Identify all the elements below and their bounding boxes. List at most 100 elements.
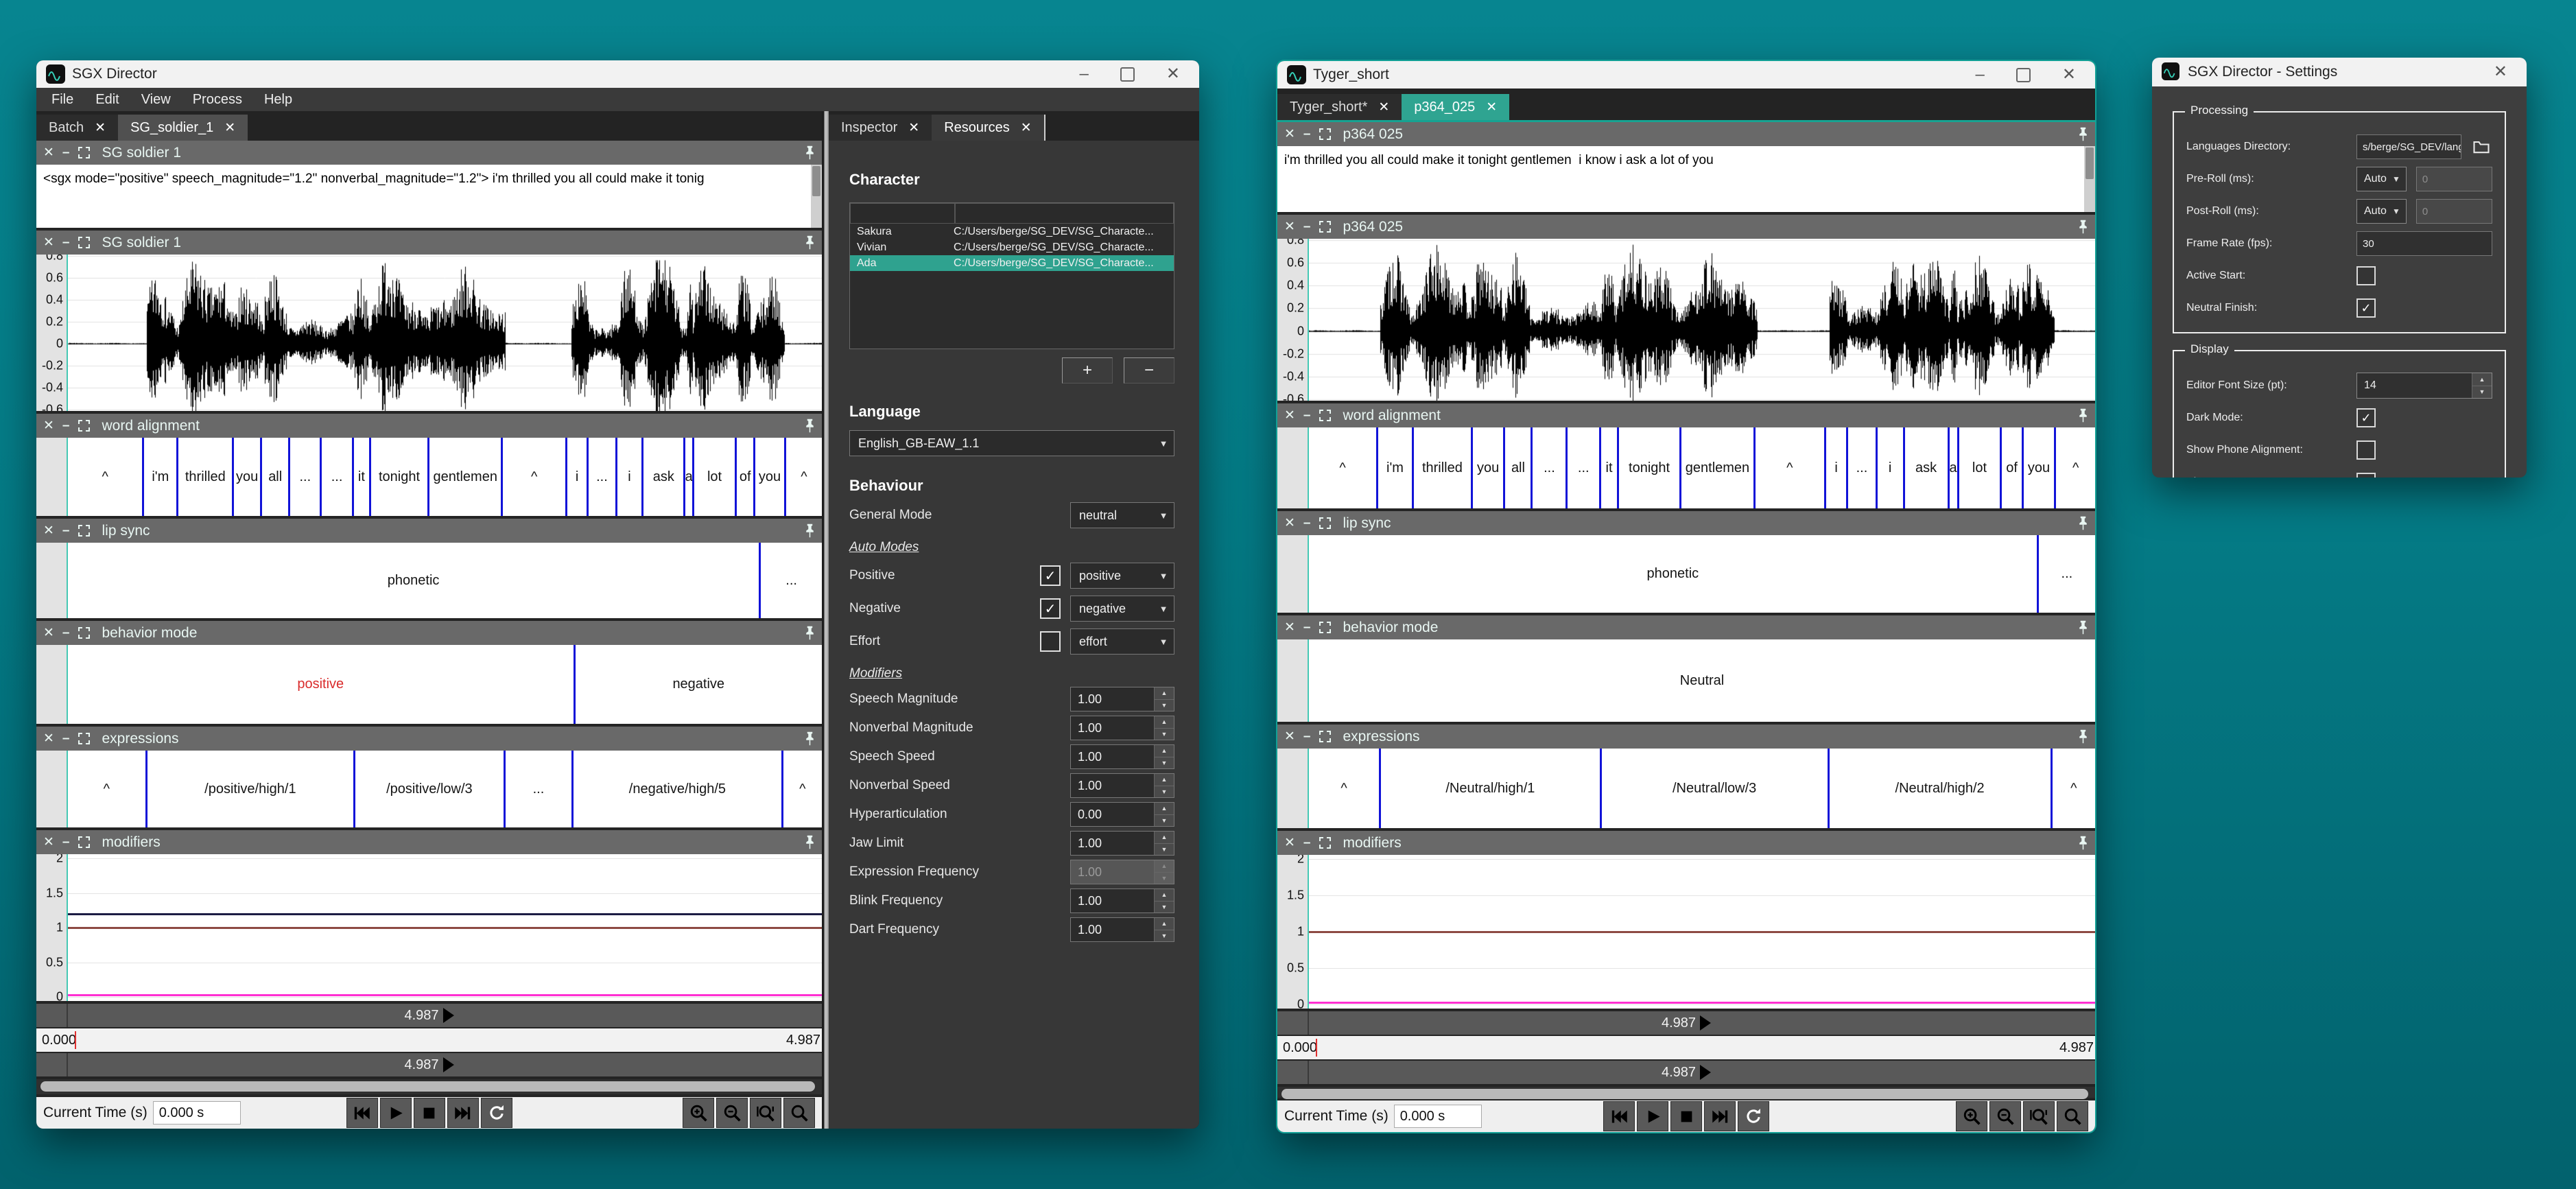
spin-up-icon[interactable]: ▲ — [1155, 716, 1174, 729]
nonverbal-segment[interactable]: ... — [587, 438, 615, 516]
text-scrollbar[interactable] — [2084, 146, 2095, 212]
nonverbal-segment[interactable]: ... — [1531, 427, 1565, 508]
segment-segment[interactable]: a — [1948, 427, 1957, 508]
spin-up-icon[interactable]: ▲ — [1155, 889, 1174, 902]
range-slider[interactable]: 4.987 — [36, 1004, 822, 1027]
auto-mode-checkbox-effort[interactable] — [1040, 631, 1061, 652]
current-time-input[interactable]: 0.000 s — [153, 1101, 241, 1125]
modifier-spinbox-blink-frequency[interactable]: 1.00▲▼ — [1070, 888, 1174, 913]
menu-item-file[interactable]: File — [42, 92, 83, 108]
menu-item-help[interactable]: Help — [255, 92, 302, 108]
scrollbar-thumb[interactable] — [40, 1081, 815, 1092]
pin-icon[interactable] — [805, 731, 815, 746]
panel-close-icon[interactable]: ✕ — [1284, 517, 1295, 530]
panel-header-word[interactable]: ✕–word alignment — [36, 414, 822, 438]
remove-character-button[interactable]: − — [1124, 357, 1174, 384]
panel-minimize-icon[interactable]: – — [1303, 621, 1311, 634]
panel-maximize-icon[interactable] — [78, 237, 90, 248]
skip-to-start-button[interactable] — [1603, 1101, 1635, 1131]
spin-arrows[interactable]: ▲▼ — [1154, 774, 1174, 797]
close-button[interactable]: ✕ — [2062, 67, 2076, 83]
panel-maximize-icon[interactable] — [1319, 128, 1331, 140]
modifier-line[interactable] — [1309, 931, 2095, 933]
panel-maximize-icon[interactable] — [78, 525, 90, 537]
segment-segment[interactable]: phonetic — [1309, 535, 2037, 613]
pin-icon[interactable] — [2078, 220, 2088, 234]
panel-close-icon[interactable]: ✕ — [1284, 409, 1295, 422]
browse-folder-button[interactable] — [2470, 134, 2492, 159]
horizontal-scrollbar[interactable] — [1277, 1087, 2095, 1098]
pin-icon[interactable] — [2078, 620, 2088, 635]
modifier-spinbox-nonverbal-magnitude[interactable]: 1.00▲▼ — [1070, 716, 1174, 740]
nonverbal-segment[interactable]: ... — [2037, 535, 2095, 613]
panel-maximize-icon[interactable] — [78, 836, 90, 848]
panel-maximize-icon[interactable] — [1319, 731, 1331, 742]
tab-close-icon[interactable]: ✕ — [1486, 99, 1497, 115]
segment-segment[interactable]: i — [565, 438, 587, 516]
character-row[interactable]: AdaC:/Users/berge/SG_DEV/SG_Characte... — [850, 255, 1174, 271]
segment-segment[interactable]: you — [1471, 427, 1504, 508]
panel-maximize-icon[interactable] — [1319, 622, 1331, 633]
pin-icon[interactable] — [805, 835, 815, 849]
panel-tab-inspector[interactable]: Inspector✕ — [829, 115, 932, 141]
panel-close-icon[interactable]: ✕ — [43, 732, 54, 745]
segment-segment[interactable]: you — [232, 438, 260, 516]
spin-down-icon[interactable]: ▼ — [1155, 930, 1174, 942]
zoom-out-button[interactable] — [716, 1098, 748, 1128]
rest-segment[interactable]: ^ — [68, 751, 145, 827]
character-row[interactable]: SakuraC:/Users/berge/SG_DEV/SG_Characte.… — [850, 224, 1174, 239]
panel-minimize-icon[interactable]: – — [62, 524, 70, 537]
settings-combo-post-roll-ms[interactable]: Auto▼ — [2356, 199, 2407, 224]
segment-segment[interactable]: i — [1876, 427, 1903, 508]
spin-up-icon[interactable]: ▲ — [1155, 774, 1174, 786]
spin-down-icon[interactable]: ▼ — [1155, 729, 1174, 740]
maximize-button[interactable] — [1120, 67, 1135, 82]
zoom-in-button[interactable] — [1956, 1101, 1987, 1131]
modifier-line[interactable] — [68, 994, 822, 996]
range-slider[interactable]: 4.987 — [36, 1053, 822, 1076]
zoom-out-button[interactable] — [1989, 1101, 2021, 1131]
segment-segment[interactable]: tonight — [1617, 427, 1679, 508]
panel-maximize-icon[interactable] — [78, 733, 90, 744]
panel-close-icon[interactable]: ✕ — [43, 146, 54, 159]
spin-arrows[interactable]: ▲▼ — [1154, 803, 1174, 826]
segment-segment[interactable]: of — [735, 438, 753, 516]
auto-mode-select-negative[interactable]: negative▼ — [1070, 596, 1174, 622]
nonverbal-segment[interactable]: ... — [320, 438, 352, 516]
segment-segment[interactable]: gentlemen — [427, 438, 501, 516]
panel-header-text[interactable]: ✕–p364 025 — [1277, 122, 2095, 146]
panel-close-icon[interactable]: ✕ — [1284, 730, 1295, 743]
play-button[interactable] — [1637, 1101, 1668, 1131]
play-button[interactable] — [380, 1098, 412, 1128]
menu-item-edit[interactable]: Edit — [86, 92, 128, 108]
modifier-spinbox-hyperarticulation[interactable]: 0.00▲▼ — [1070, 802, 1174, 827]
segment-segment[interactable]: phonetic — [68, 543, 759, 618]
panel-header-waveform[interactable]: ✕–SG soldier 1 — [36, 231, 822, 255]
range-slider[interactable]: 4.987 — [1277, 1061, 2095, 1084]
rest-segment[interactable]: ^ — [68, 438, 142, 516]
titlebar[interactable]: SGX Director – ✕ — [36, 60, 1199, 88]
pin-icon[interactable] — [805, 419, 815, 433]
panel-minimize-icon[interactable]: – — [1303, 730, 1311, 743]
document-tab-batch[interactable]: Batch✕ — [36, 115, 118, 141]
segment-segment[interactable]: /positive/high/1 — [145, 751, 353, 827]
segment-segment[interactable]: thrilled — [176, 438, 232, 516]
spin-arrows[interactable]: ▲▼ — [1154, 860, 1174, 884]
menu-item-view[interactable]: View — [132, 92, 180, 108]
panel-header-waveform[interactable]: ✕–p364 025 — [1277, 215, 2095, 239]
close-button[interactable]: ✕ — [2494, 64, 2507, 80]
segment-segment[interactable]: it — [1599, 427, 1617, 508]
spin-up-icon[interactable]: ▲ — [1155, 918, 1174, 930]
panel-maximize-icon[interactable] — [1319, 410, 1331, 421]
spin-down-icon[interactable]: ▼ — [2472, 386, 2492, 399]
pin-icon[interactable] — [805, 523, 815, 538]
settings-checkbox-show-phone-alignment[interactable] — [2356, 440, 2376, 460]
panel-close-icon[interactable]: ✕ — [1284, 128, 1295, 141]
waveform-plot[interactable] — [1309, 239, 2095, 401]
panel-header-word[interactable]: ✕–word alignment — [1277, 403, 2095, 427]
segment-segment[interactable]: i — [1824, 427, 1846, 508]
pin-icon[interactable] — [805, 626, 815, 640]
rest-segment[interactable]: ^ — [2054, 427, 2095, 508]
panel-maximize-icon[interactable] — [1319, 517, 1331, 529]
close-button[interactable]: ✕ — [1166, 66, 1180, 82]
